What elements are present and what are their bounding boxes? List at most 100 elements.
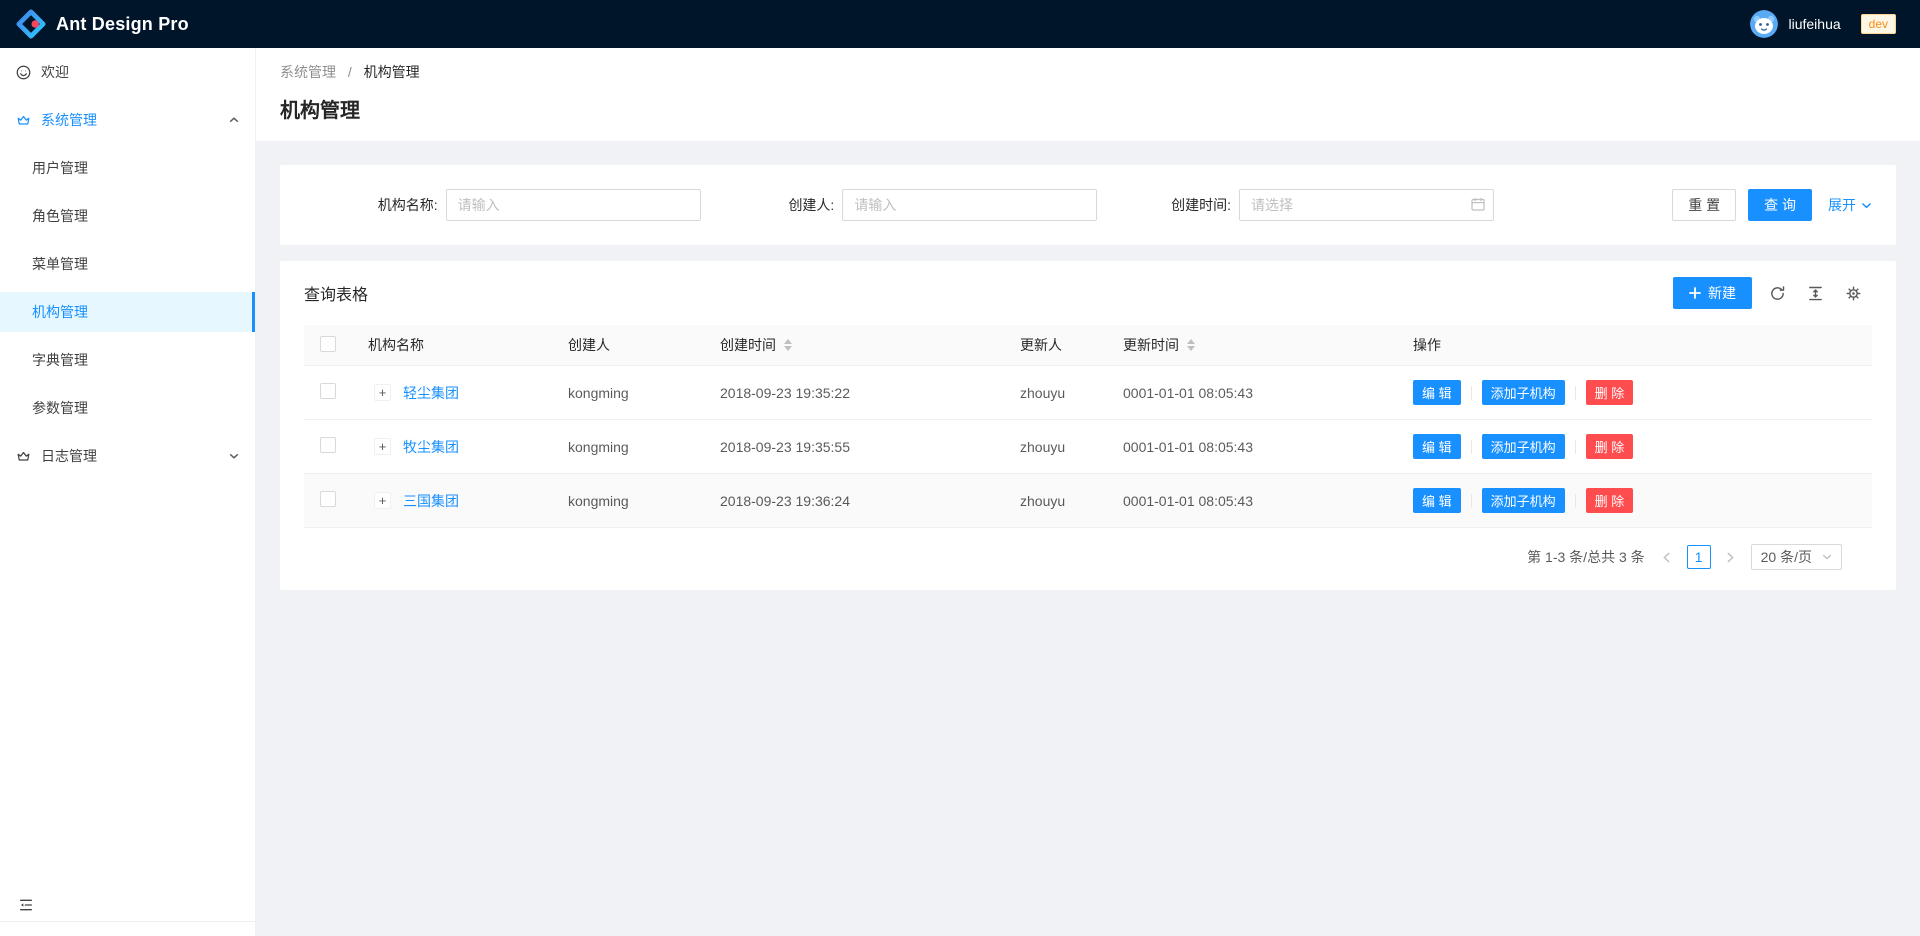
edit-button[interactable]: 编 辑 [1413,434,1461,459]
sort-carets-icon [784,339,792,351]
toolbar-right: 新建 [1673,277,1872,309]
org-name-label: 机构名称: [304,195,438,215]
select-all-checkbox[interactable] [320,336,336,352]
cell-updater: zhouyu [1004,420,1107,474]
chevron-up-icon [229,115,239,125]
sidebar-item-user-mgmt[interactable]: 用户管理 [0,148,255,188]
updated-time-sorter[interactable]: 更新时间 [1123,335,1195,355]
plus-icon [1689,287,1701,299]
cell-created-time: 2018-09-23 19:36:24 [704,474,1004,528]
username: liufeihua [1788,16,1840,32]
cell-select [304,420,352,474]
cell-creator: kongming [552,474,704,528]
cell-updater: zhouyu [1004,366,1107,420]
sidebar-submenu-label: 日志管理 [41,446,97,466]
cell-created-time: 2018-09-23 19:35:22 [704,366,1004,420]
density-icon[interactable] [1796,277,1834,309]
search-form-card: 机构名称: 创建人: 创建时间: [280,165,1896,245]
header-select-all [304,325,352,366]
pagination: 第 1-3 条/总共 3 条 1 20 条/页 [304,528,1872,574]
table-row: + 三国集团 kongming 2018-09-23 19:36:24 zhou… [304,474,1872,528]
edit-button[interactable]: 编 辑 [1413,488,1461,513]
expand-row-button[interactable]: + [374,492,391,509]
query-button[interactable]: 查 询 [1748,189,1812,221]
divider [1575,386,1576,400]
cell-actions: 编 辑 添加子机构 删 除 [1397,420,1872,474]
pagination-total: 第 1-3 条/总共 3 条 [1527,547,1644,567]
new-button-label: 新建 [1708,283,1736,303]
created-time-sorter[interactable]: 创建时间 [720,335,792,355]
creator-input[interactable] [842,189,1097,221]
breadcrumb-org-mgmt: 机构管理 [364,64,420,80]
add-child-org-button[interactable]: 添加子机构 [1482,380,1565,405]
col-updater: 更新人 [1004,325,1107,366]
app-title: Ant Design Pro [56,14,189,35]
row-checkbox[interactable] [320,383,336,399]
org-name-link[interactable]: 三国集团 [403,491,459,511]
page-1-button[interactable]: 1 [1687,545,1711,569]
ant-design-logo-icon [16,9,46,39]
new-button[interactable]: 新建 [1673,277,1752,309]
sidebar-item-label: 菜单管理 [32,254,88,274]
main-area: 系统管理 / 机构管理 机构管理 机构名称: 创建人: [256,48,1920,936]
page-size-select[interactable]: 20 条/页 [1751,544,1842,570]
delete-button[interactable]: 删 除 [1586,380,1634,405]
expand-row-button[interactable]: + [374,438,391,455]
divider [1471,386,1472,400]
sidebar-collapse-trigger[interactable] [0,888,255,922]
delete-button[interactable]: 删 除 [1586,434,1634,459]
user-dropdown[interactable]: liufeihua [1738,0,1852,48]
breadcrumb: 系统管理 / 机构管理 [280,62,1896,82]
add-child-org-button[interactable]: 添加子机构 [1482,434,1565,459]
table-toolbar: 查询表格 新建 [304,261,1872,325]
table-card-title: 查询表格 [304,281,368,305]
sidebar-item-org-mgmt[interactable]: 机构管理 [0,292,255,332]
reload-icon[interactable] [1758,277,1796,309]
app-logo-home-link[interactable]: Ant Design Pro [16,9,189,39]
expand-row-button[interactable]: + [374,384,391,401]
reset-button[interactable]: 重 置 [1672,189,1736,221]
next-page-button[interactable] [1719,545,1743,569]
sidebar-item-label: 字典管理 [32,350,88,370]
form-item-creator: 创建人: [701,189,1098,221]
cell-actions: 编 辑 添加子机构 删 除 [1397,474,1872,528]
sidebar-item-role-mgmt[interactable]: 角色管理 [0,196,255,236]
org-name-input[interactable] [446,189,701,221]
menu-fold-icon [18,897,34,913]
sidebar-submenu-label: 系统管理 [41,110,97,130]
cell-creator: kongming [552,366,704,420]
org-name-link[interactable]: 轻尘集团 [403,383,459,403]
prev-page-button[interactable] [1655,545,1679,569]
sidebar-item-dict-mgmt[interactable]: 字典管理 [0,340,255,380]
sidebar-item-menu-mgmt[interactable]: 菜单管理 [0,244,255,284]
crown-icon [16,449,31,464]
delete-button[interactable]: 删 除 [1586,488,1634,513]
sidebar: 欢迎 系统管理 用户管理 角色管 [0,48,256,936]
divider [1471,494,1472,508]
chevron-down-icon [1861,200,1872,211]
page-header: 系统管理 / 机构管理 机构管理 [256,48,1920,141]
created-time-input[interactable] [1239,189,1494,221]
settings-gear-icon[interactable] [1834,277,1872,309]
col-actions: 操作 [1397,325,1872,366]
row-checkbox[interactable] [320,491,336,507]
row-checkbox[interactable] [320,437,336,453]
sidebar-item-label: 用户管理 [32,158,88,178]
sort-carets-icon [1187,339,1195,351]
add-child-org-button[interactable]: 添加子机构 [1482,488,1565,513]
created-time-datepicker[interactable] [1239,189,1494,221]
cell-org-name: + 轻尘集团 [352,366,552,420]
org-name-link[interactable]: 牧尘集团 [403,437,459,457]
cell-actions: 编 辑 添加子机构 删 除 [1397,366,1872,420]
sidebar-submenu-log[interactable]: 日志管理 [0,436,255,476]
sidebar-submenu-system[interactable]: 系统管理 [0,100,255,140]
edit-button[interactable]: 编 辑 [1413,380,1461,405]
sidebar-item-param-mgmt[interactable]: 参数管理 [0,388,255,428]
form-item-org-name: 机构名称: [304,189,701,221]
breadcrumb-system-mgmt[interactable]: 系统管理 [280,64,336,80]
col-updated-time-label: 更新时间 [1123,335,1179,355]
expand-form-link[interactable]: 展开 [1828,195,1872,215]
search-actions: 重 置 查 询 展开 [1672,189,1872,221]
cell-created-time: 2018-09-23 19:35:55 [704,420,1004,474]
sidebar-item-welcome[interactable]: 欢迎 [0,52,255,92]
